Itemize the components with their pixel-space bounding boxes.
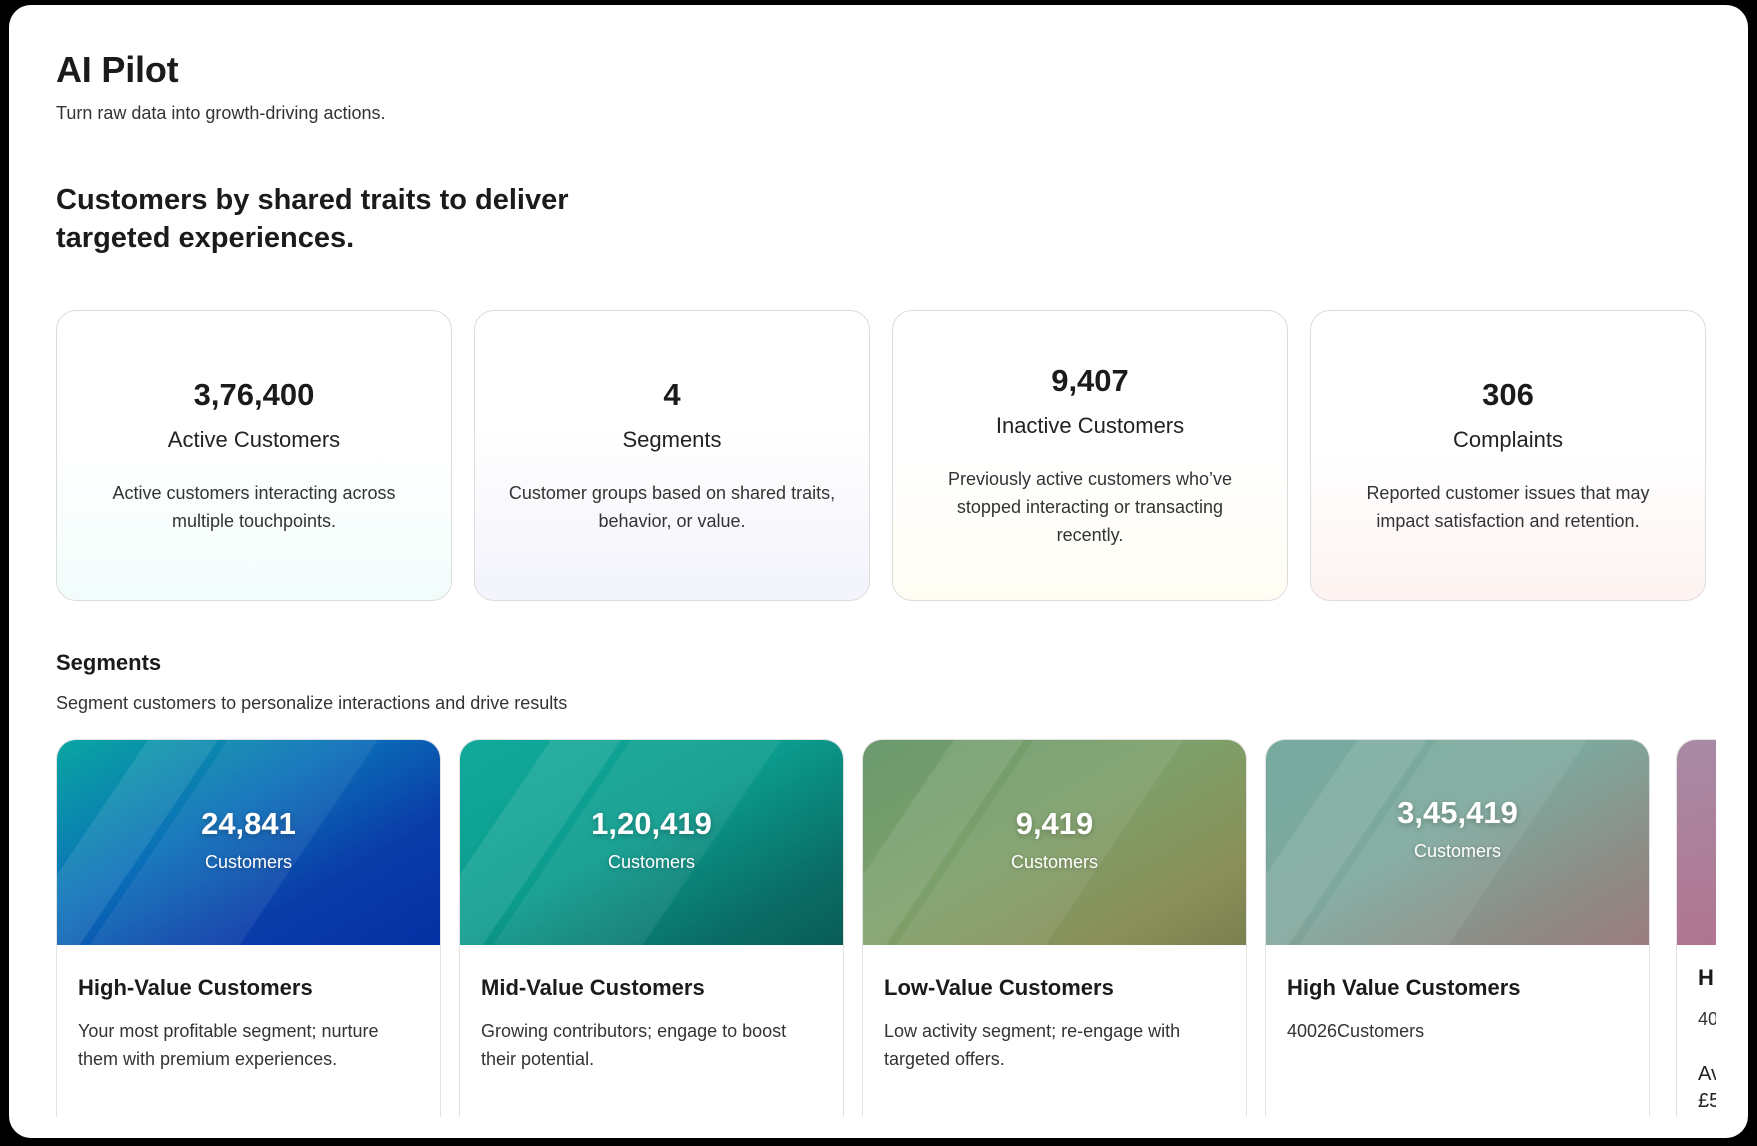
segment-name: H bbox=[1698, 965, 1714, 990]
segment-extra-label: Av bbox=[1698, 1063, 1716, 1085]
segment-name: High Value Customers bbox=[1287, 975, 1521, 1000]
segment-banner: 3,45,419 Customers bbox=[1266, 740, 1649, 945]
app-window: AI Pilot Turn raw data into growth-drivi… bbox=[9, 5, 1748, 1138]
stat-value: 306 bbox=[1482, 376, 1534, 412]
stat-description: Customer groups based on shared traits, … bbox=[508, 482, 836, 531]
segment-description: Your most profitable segment; nurture th… bbox=[78, 1021, 379, 1069]
segment-count: 24,841 bbox=[201, 806, 296, 841]
stat-card-segments[interactable]: 4 Segments Customer groups based on shar… bbox=[474, 310, 870, 601]
stat-value: 3,76,400 bbox=[193, 376, 315, 412]
stat-label: Segments bbox=[622, 426, 722, 452]
stat-card-inactive-customers[interactable]: 9,407 Inactive Customers Previously acti… bbox=[892, 310, 1288, 601]
segment-name: Low-Value Customers bbox=[884, 975, 1114, 1000]
stat-description: Previously active customers who’ve stopp… bbox=[947, 468, 1233, 545]
stat-label: Active Customers bbox=[167, 426, 341, 452]
stat-description: Reported customer issues that may impact… bbox=[1366, 482, 1650, 531]
segment-unit: Customers bbox=[607, 852, 696, 872]
segment-name: High-Value Customers bbox=[78, 975, 313, 1000]
segment-unit: Customers bbox=[204, 852, 293, 872]
segment-card-high-value[interactable]: 24,841 Customers High-Value Customers Yo… bbox=[56, 739, 441, 1117]
segment-card-high-value-2[interactable]: 3,45,419 Customers High Value Customers … bbox=[1265, 739, 1650, 1117]
stat-label: Complaints bbox=[1452, 426, 1564, 452]
segment-description: Growing contributors; engage to boost th… bbox=[481, 1021, 787, 1069]
segment-banner: 1,20,419 Customers bbox=[460, 740, 843, 945]
stat-value: 4 bbox=[663, 376, 681, 412]
stat-description: Active customers interacting across mult… bbox=[112, 482, 396, 531]
segment-banner: 9,419 Customers bbox=[863, 740, 1246, 945]
stats-row: 3,76,400 Active Customers Active custome… bbox=[56, 310, 1708, 601]
segment-description: 40 bbox=[1698, 1009, 1716, 1029]
stat-card-active-customers[interactable]: 3,76,400 Active Customers Active custome… bbox=[56, 310, 452, 601]
page-subtitle: Turn raw data into growth-driving action… bbox=[56, 103, 386, 123]
segment-card-partial[interactable]: H 40 Av £5 bbox=[1676, 739, 1716, 1117]
segment-count: 3,45,419 bbox=[1397, 795, 1518, 830]
stat-card-complaints[interactable]: 306 Complaints Reported customer issues … bbox=[1310, 310, 1706, 601]
segment-card-low-value[interactable]: 9,419 Customers Low-Value Customers Low … bbox=[862, 739, 1247, 1117]
segment-extra-value: £5 bbox=[1698, 1090, 1716, 1112]
segment-banner bbox=[1677, 740, 1716, 945]
segment-unit: Customers bbox=[1413, 841, 1502, 861]
segments-title: Segments bbox=[56, 650, 162, 675]
page-title: AI Pilot bbox=[56, 49, 179, 90]
segment-count: 9,419 bbox=[1015, 806, 1094, 841]
stat-label: Inactive Customers bbox=[995, 412, 1185, 438]
segment-name: Mid-Value Customers bbox=[481, 975, 705, 1000]
segment-description: 40026Customers bbox=[1287, 1021, 1425, 1041]
segment-count: 1,20,419 bbox=[591, 806, 712, 841]
segment-unit: Customers bbox=[1010, 852, 1099, 872]
segments-carousel[interactable]: 24,841 Customers High-Value Customers Yo… bbox=[56, 739, 1716, 1117]
section-heading: Customers by shared traits to deliver ta… bbox=[56, 184, 569, 254]
segments-subtitle: Segment customers to personalize interac… bbox=[56, 693, 568, 713]
main-content: AI Pilot Turn raw data into growth-drivi… bbox=[56, 5, 1716, 1117]
segment-banner: 24,841 Customers bbox=[57, 740, 440, 945]
stat-value: 9,407 bbox=[1051, 362, 1129, 398]
segment-card-mid-value[interactable]: 1,20,419 Customers Mid-Value Customers G… bbox=[459, 739, 844, 1117]
segment-description: Low activity segment; re-engage with tar… bbox=[884, 1021, 1181, 1069]
